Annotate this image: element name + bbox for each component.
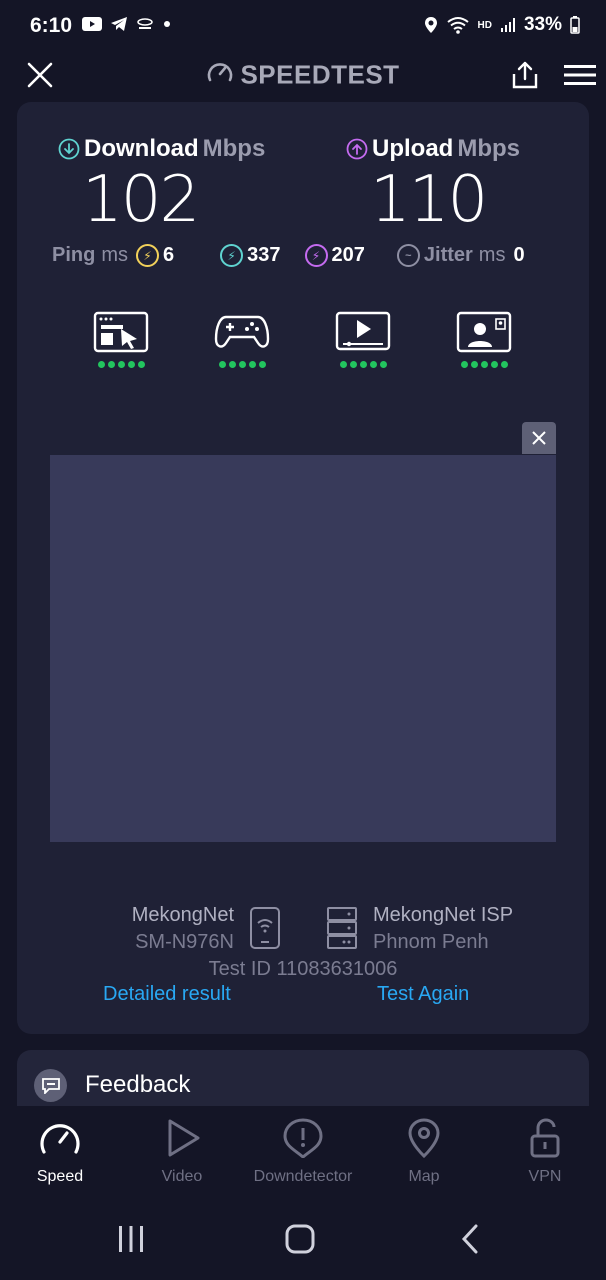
nav-map[interactable]: Map [369,1118,479,1186]
nav-speed-label: Speed [36,1168,84,1185]
upload-value: 110 [370,163,488,237]
menu-icon [564,65,596,85]
share-button[interactable] [510,60,540,95]
close-icon [532,431,546,445]
feedback-label: Feedback [85,1071,191,1098]
gaming-icon [214,315,270,348]
home-icon [285,1224,315,1254]
ping-jitter-row: Ping ms ⚡ 6 ⚡ 337 ⚡ 207 ~ Jitter ms 0 [52,244,552,267]
gaming-quality[interactable] [214,311,270,368]
ping-label: Ping [52,244,96,266]
nav-downdetector-label: Downdetector [253,1168,353,1185]
app-logo-icon [137,18,153,29]
nav-speed[interactable]: Speed [5,1118,115,1186]
detailed-result-link[interactable]: Detailed result [103,983,231,1006]
rating-dots [218,361,266,368]
back-icon [461,1224,478,1254]
jitter-label: Jitter [423,244,473,266]
jitter-unit: ms [478,244,506,266]
video-streaming-icon [335,311,391,351]
alert-icon [283,1118,323,1158]
server-info: MekongNet ISP Phnom Penh [373,902,513,956]
test-id: Test ID 11083631006 [208,958,398,980]
video-chat-icon [456,311,512,353]
share-icon [512,61,538,89]
recent-apps-button[interactable] [116,1224,146,1259]
notification-dot [164,21,170,27]
speedtest-logo-icon [206,60,234,91]
nav-video-label: Video [161,1168,203,1185]
video-streaming-quality[interactable] [335,311,391,368]
system-nav-bar [0,1206,606,1280]
browsing-icon [93,311,149,353]
status-left-icons [82,16,172,32]
rating-dots [97,361,145,368]
upload-unit: Mbps [457,135,520,162]
server-name: MekongNet ISP [373,904,514,926]
network-type: HD [477,19,492,31]
server-location: Phnom Penh [373,931,489,953]
download-ping-icon: ⚡ [220,244,244,267]
signal-icon [500,18,515,32]
rating-dots [460,361,508,368]
speed-gauge-icon [40,1124,80,1154]
map-pin-icon [408,1118,440,1158]
upload-ping-icon: ⚡ [304,244,328,267]
location-icon [424,17,437,33]
rating-dots [339,361,387,368]
recent-apps-icon [119,1226,143,1252]
status-right: HD 33% [424,14,580,36]
status-time: 6:10 [30,14,73,37]
test-again-link[interactable]: Test Again [377,983,469,1006]
play-icon [168,1119,200,1157]
idle-ping-icon: ⚡ [136,244,160,267]
home-button[interactable] [284,1223,316,1260]
feedback-icon [34,1069,67,1102]
download-arrow-icon [58,138,80,160]
nav-video[interactable]: Video [127,1118,237,1186]
bottom-nav: Speed Video Downdetector Map VPN [0,1106,606,1206]
idle-ping-value: 6 [163,244,175,266]
server-icon [326,906,358,955]
download-label-text: Download [84,135,199,162]
feedback-button[interactable]: Feedback [17,1050,589,1106]
youtube-icon [82,17,102,31]
download-label: Download Mbps [58,135,265,163]
upload-ping-value: 207 [331,244,365,266]
ping-unit: ms [101,244,129,266]
nav-downdetector[interactable]: Downdetector [248,1118,358,1186]
upload-arrow-icon [346,138,368,160]
browsing-quality[interactable] [93,311,149,368]
battery-percent: 33% [523,14,562,35]
upload-label: Upload Mbps [346,135,520,163]
ad-placeholder[interactable] [50,455,556,842]
provider-name: MekongNet [131,904,234,926]
app-title-text: SPEEDTEST [240,59,400,90]
video-chat-quality[interactable] [456,311,512,368]
download-value: 102 [82,163,200,237]
telegram-icon [111,17,127,31]
nav-vpn-label: VPN [528,1168,562,1185]
phone-wifi-icon [249,906,281,955]
jitter-value: 0 [513,244,525,266]
back-button[interactable] [458,1224,482,1259]
ad-close-button[interactable] [522,422,556,454]
menu-button[interactable] [564,64,596,91]
device-model: SM-N976N [135,931,234,953]
nav-vpn[interactable]: VPN [490,1118,600,1186]
lock-open-icon [530,1118,560,1158]
nav-map-label: Map [408,1168,440,1185]
battery-icon [570,16,580,34]
upload-label-text: Upload [372,135,454,162]
wifi-icon [446,17,469,34]
download-unit: Mbps [202,135,266,162]
jitter-icon: ~ [396,244,420,267]
download-ping-value: 337 [247,244,281,266]
provider-info: MekongNet SM-N976N [114,902,234,956]
